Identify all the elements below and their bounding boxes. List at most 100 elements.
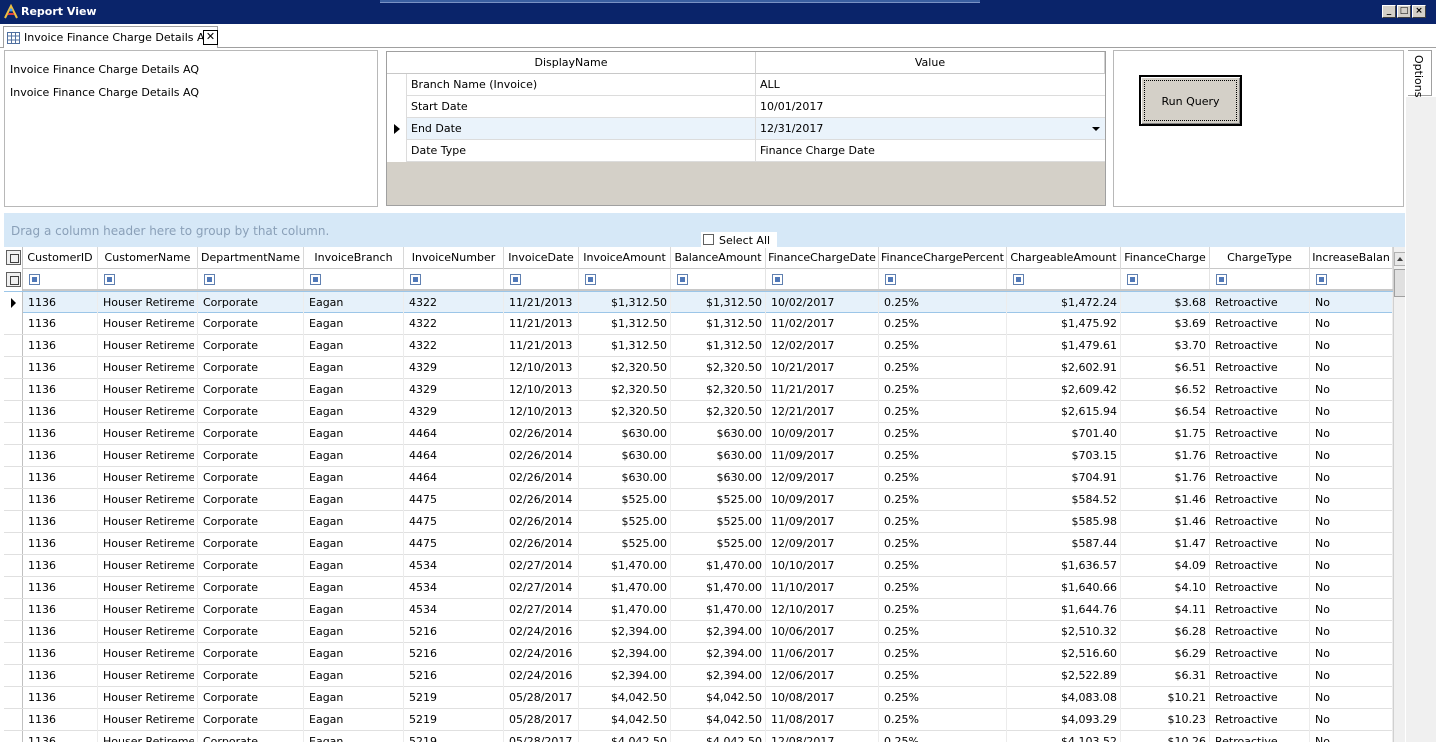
cell-finance-charge-percent[interactable]: 0.25% xyxy=(884,625,1003,638)
cell-department-name[interactable]: Corporate xyxy=(203,669,300,682)
cell-invoice-amount[interactable]: $1,312.50 xyxy=(584,339,667,352)
cell-charge-type[interactable]: Retroactive xyxy=(1215,515,1306,528)
cell-increase-balance[interactable]: No xyxy=(1315,427,1389,440)
cell-invoice-amount[interactable]: $525.00 xyxy=(584,493,668,506)
cell-charge-type[interactable]: Retroactive xyxy=(1215,339,1306,352)
cell-chargeable-amount[interactable]: $1,472.24 xyxy=(1012,296,1117,309)
cell-customer-name[interactable]: Houser Retiremen xyxy=(103,669,194,682)
cell-invoice-branch[interactable]: Eagan xyxy=(309,581,400,594)
cell-department-name[interactable]: Corporate xyxy=(203,427,300,440)
cell-invoice-date[interactable]: 11/21/2013 xyxy=(509,296,575,309)
cell-chargeable-amount[interactable]: $2,522.89 xyxy=(1012,669,1117,682)
cell-balance-amount[interactable]: $1,312.50 xyxy=(676,296,762,309)
cell-department-name[interactable]: Corporate xyxy=(203,405,300,418)
cell-chargeable-amount[interactable]: $703.15 xyxy=(1012,449,1118,462)
cell-finance-charge-date[interactable]: 11/10/2017 xyxy=(771,581,875,594)
cell-customer-id[interactable]: 1136 xyxy=(28,296,94,309)
cell-invoice-amount[interactable]: $630.00 xyxy=(584,449,668,462)
cell-finance-charge-date[interactable]: 12/02/2017 xyxy=(771,339,875,352)
table-row[interactable]: 1136 Houser Retiremen Corporate Eagan 4322 11… xyxy=(4,291,1393,314)
column-header-finance-charge-date[interactable]: FinanceChargeDate xyxy=(766,247,879,269)
cell-finance-charge-date[interactable]: 11/09/2017 xyxy=(771,449,875,462)
cell-chargeable-amount[interactable]: $2,615.94 xyxy=(1012,405,1117,418)
cell-finance-charge-percent[interactable]: 0.25% xyxy=(884,339,1003,352)
cell-increase-balance[interactable]: No xyxy=(1315,691,1389,704)
cell-invoice-branch[interactable]: Eagan xyxy=(309,559,400,572)
cell-finance-charge-percent[interactable]: 0.25% xyxy=(884,691,1003,704)
cell-invoice-date[interactable]: 02/27/2014 xyxy=(509,603,575,616)
cell-customer-name[interactable]: Houser Retiremen xyxy=(103,471,194,484)
cell-finance-charge-percent[interactable]: 0.25% xyxy=(884,647,1003,660)
column-header-invoice-date[interactable]: InvoiceDate xyxy=(504,247,579,269)
cell-finance-charge[interactable]: $10.26 xyxy=(1126,735,1207,742)
cell-invoice-date[interactable]: 02/26/2014 xyxy=(509,515,575,528)
filter-cell-invoice-number[interactable] xyxy=(404,269,504,289)
cell-finance-charge-percent[interactable]: 0.25% xyxy=(884,515,1003,528)
cell-invoice-amount[interactable]: $2,320.50 xyxy=(584,361,667,374)
row-indicator[interactable] xyxy=(4,621,23,642)
cell-chargeable-amount[interactable]: $2,609.42 xyxy=(1012,383,1117,396)
report-tab[interactable]: Invoice Finance Charge Details AQ ✕ xyxy=(3,26,218,48)
cell-customer-name[interactable]: Houser Retiremen xyxy=(103,713,194,726)
select-all-box[interactable] xyxy=(703,234,714,245)
cell-finance-charge[interactable]: $1.46 xyxy=(1126,493,1207,506)
cell-charge-type[interactable]: Retroactive xyxy=(1215,471,1306,484)
options-tab[interactable]: Options xyxy=(1408,50,1432,97)
column-header-invoice-number[interactable]: InvoiceNumber xyxy=(404,247,504,269)
cell-department-name[interactable]: Corporate xyxy=(203,713,300,726)
param-value[interactable]: Finance Charge Date xyxy=(760,144,875,157)
cell-balance-amount[interactable]: $525.00 xyxy=(676,537,763,550)
cell-customer-name[interactable]: Houser Retiremen xyxy=(103,317,194,330)
cell-invoice-number[interactable]: 4464 xyxy=(409,449,500,462)
cell-invoice-branch[interactable]: Eagan xyxy=(309,691,400,704)
param-row[interactable]: Branch Name (Invoice) ALL xyxy=(387,74,1105,96)
cell-finance-charge[interactable]: $10.23 xyxy=(1126,713,1207,726)
cell-invoice-amount[interactable]: $525.00 xyxy=(584,537,668,550)
cell-invoice-number[interactable]: 4329 xyxy=(409,361,500,374)
filter-icon[interactable] xyxy=(772,274,783,285)
cell-customer-id[interactable]: 1136 xyxy=(28,559,94,572)
filter-cell-customer-name[interactable] xyxy=(98,269,198,289)
cell-invoice-branch[interactable]: Eagan xyxy=(309,537,400,550)
cell-invoice-date[interactable]: 12/10/2013 xyxy=(509,383,575,396)
filter-cell-balance-amount[interactable] xyxy=(671,269,766,289)
cell-department-name[interactable]: Corporate xyxy=(203,691,300,704)
cell-finance-charge-date[interactable]: 10/09/2017 xyxy=(771,427,875,440)
cell-customer-name[interactable]: Houser Retiremen xyxy=(103,383,194,396)
cell-charge-type[interactable]: Retroactive xyxy=(1215,405,1306,418)
cell-department-name[interactable]: Corporate xyxy=(203,471,300,484)
row-indicator[interactable] xyxy=(4,313,23,334)
cell-customer-id[interactable]: 1136 xyxy=(28,691,94,704)
cell-customer-name[interactable]: Houser Retiremen xyxy=(103,427,194,440)
column-header-increase-balance[interactable]: IncreaseBalan xyxy=(1310,247,1393,269)
cell-charge-type[interactable]: Retroactive xyxy=(1215,317,1306,330)
cell-finance-charge-percent[interactable]: 0.25% xyxy=(884,537,1003,550)
row-indicator[interactable] xyxy=(4,665,23,686)
cell-increase-balance[interactable]: No xyxy=(1315,581,1389,594)
cell-increase-balance[interactable]: No xyxy=(1315,317,1389,330)
cell-increase-balance[interactable]: No xyxy=(1315,735,1389,742)
cell-customer-name[interactable]: Houser Retiremen xyxy=(103,647,194,660)
cell-invoice-number[interactable]: 4464 xyxy=(409,427,500,440)
cell-invoice-amount[interactable]: $2,394.00 xyxy=(584,647,667,660)
cell-increase-balance[interactable]: No xyxy=(1315,383,1389,396)
select-all-checkbox[interactable]: Select All xyxy=(701,232,777,248)
cell-invoice-date[interactable]: 11/21/2013 xyxy=(509,339,575,352)
cell-increase-balance[interactable]: No xyxy=(1315,296,1389,309)
cell-finance-charge-percent[interactable]: 0.25% xyxy=(884,713,1003,726)
cell-customer-id[interactable]: 1136 xyxy=(28,735,94,742)
cell-customer-id[interactable]: 1136 xyxy=(28,449,94,462)
cell-finance-charge-percent[interactable]: 0.25% xyxy=(884,559,1003,572)
cell-balance-amount[interactable]: $1,312.50 xyxy=(676,339,762,352)
cell-balance-amount[interactable]: $630.00 xyxy=(676,427,763,440)
param-header-value[interactable]: Value xyxy=(756,52,1105,74)
cell-invoice-branch[interactable]: Eagan xyxy=(309,405,400,418)
cell-invoice-amount[interactable]: $1,470.00 xyxy=(584,559,667,572)
column-header-customer-id[interactable]: CustomerID xyxy=(23,247,98,269)
cell-invoice-branch[interactable]: Eagan xyxy=(309,471,400,484)
row-indicator[interactable] xyxy=(4,577,23,598)
cell-finance-charge-date[interactable]: 12/09/2017 xyxy=(771,471,875,484)
table-row[interactable]: 1136 Houser Retiremen Corporate Eagan 4329 12… xyxy=(4,379,1393,401)
cell-finance-charge-date[interactable]: 12/21/2017 xyxy=(771,405,875,418)
row-indicator[interactable] xyxy=(4,555,23,576)
